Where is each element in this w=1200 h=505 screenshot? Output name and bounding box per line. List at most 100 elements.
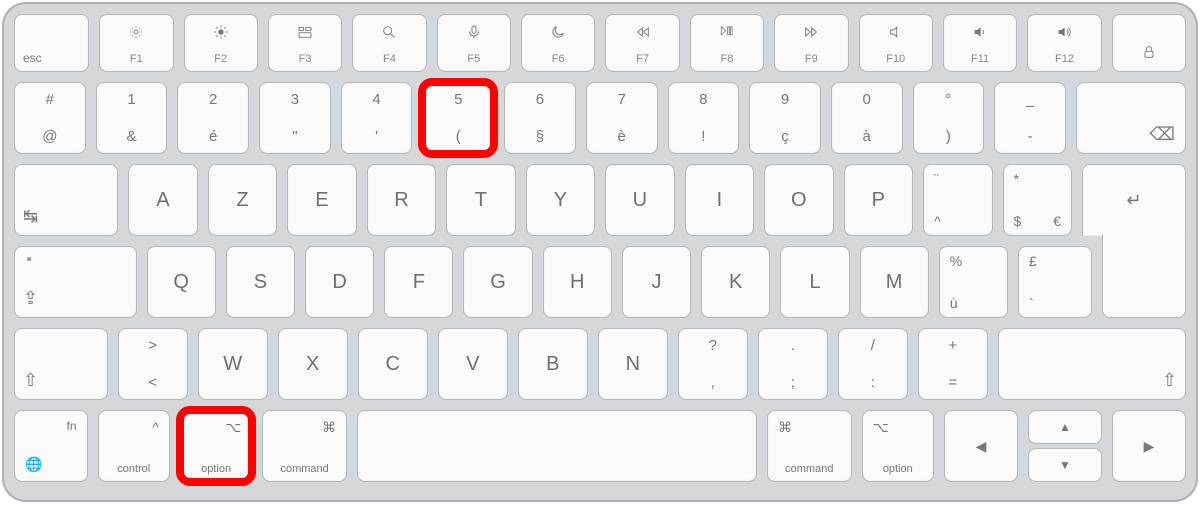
key-dot[interactable]: .; — [758, 328, 828, 400]
key-F[interactable]: F — [384, 246, 453, 318]
key-question[interactable]: ?, — [678, 328, 748, 400]
key-lower: @ — [15, 128, 85, 145]
key-1[interactable]: 1& — [96, 82, 168, 154]
key-D[interactable]: D — [305, 246, 374, 318]
f4-label: F4 — [383, 53, 396, 65]
key-Y[interactable]: Y — [526, 164, 595, 236]
brightness-low-icon — [128, 21, 144, 43]
key-fn[interactable]: fn 🌐 — [14, 410, 88, 482]
key-plus[interactable]: += — [918, 328, 988, 400]
key-H[interactable]: H — [543, 246, 612, 318]
key-command-left[interactable]: ⌘ command — [262, 410, 347, 482]
key-command-right[interactable]: ⌘ command — [767, 410, 852, 482]
key-I[interactable]: I — [685, 164, 754, 236]
esc-label: esc — [23, 51, 42, 65]
key-letter: Q — [173, 271, 189, 294]
key-arrow-down[interactable]: ▼ — [1028, 448, 1102, 482]
key-upper: 2 — [178, 91, 248, 108]
key-W[interactable]: W — [198, 328, 268, 400]
key-underscore[interactable]: _- — [994, 82, 1066, 154]
key-control-left[interactable]: ^ control — [98, 410, 170, 482]
key-at[interactable]: #@ — [14, 82, 86, 154]
key-f10[interactable]: F10 — [859, 14, 933, 72]
key-lower: à — [832, 128, 902, 145]
key-backspace[interactable]: ⌫ — [1076, 82, 1186, 154]
key-arrow-left[interactable]: ◀ — [944, 410, 1018, 482]
key-8[interactable]: 8! — [668, 82, 740, 154]
key-E[interactable]: E — [287, 164, 356, 236]
key-upper: + — [919, 337, 987, 354]
mission-control-icon — [297, 21, 313, 43]
key-arrow-updown: ▲ ▼ — [1028, 410, 1102, 482]
arrow-left-icon: ◀ — [976, 438, 987, 455]
key-arrow-up[interactable]: ▲ — [1028, 410, 1102, 444]
f11-label: F11 — [971, 53, 989, 65]
key-caps-lock[interactable]: ⇪ — [14, 246, 137, 318]
key-f5[interactable]: F5 — [437, 14, 511, 72]
key-caret[interactable]: ¨^ — [923, 164, 992, 236]
key-J[interactable]: J — [622, 246, 691, 318]
key-3[interactable]: 3" — [259, 82, 331, 154]
key-enter-lower[interactable] — [1102, 236, 1186, 318]
volume-up-icon — [1056, 21, 1072, 43]
key-grave[interactable]: £` — [1018, 246, 1092, 318]
key-tab[interactable]: ↹ — [14, 164, 118, 236]
key-f8[interactable]: F8 — [690, 14, 764, 72]
key-dollar[interactable]: *$€ — [1003, 164, 1072, 236]
key-shift-right[interactable]: ⇧ — [998, 328, 1186, 400]
key-9[interactable]: 9ç — [749, 82, 821, 154]
key-arrow-right[interactable]: ▶ — [1112, 410, 1186, 482]
key-T[interactable]: T — [446, 164, 515, 236]
qwerty-row-2: ⇪ Q SDFGHJKLM%ù£` — [14, 246, 1186, 318]
key-enter[interactable]: ↵ — [1082, 164, 1186, 236]
key-shift-left[interactable]: ⇧ — [14, 328, 108, 400]
key-upper: 0 — [832, 91, 902, 108]
key-f3[interactable]: F3 — [268, 14, 342, 72]
key-f6[interactable]: F6 — [521, 14, 595, 72]
arrow-right-icon: ▶ — [1144, 438, 1155, 455]
key-f1[interactable]: F1 — [99, 14, 173, 72]
f8-label: F8 — [721, 53, 734, 65]
key-spacebar[interactable] — [357, 410, 757, 482]
key-B[interactable]: B — [518, 328, 588, 400]
key-upper: 8 — [669, 91, 739, 108]
key-option-left[interactable]: ⌥ option — [180, 410, 252, 482]
key-4[interactable]: 4' — [341, 82, 413, 154]
key-6[interactable]: 6§ — [504, 82, 576, 154]
key-O[interactable]: O — [764, 164, 833, 236]
key-K[interactable]: K — [701, 246, 770, 318]
key-V[interactable]: V — [438, 328, 508, 400]
key-f11[interactable]: F11 — [943, 14, 1017, 72]
key-Z[interactable]: Z — [208, 164, 277, 236]
key-0[interactable]: 0à — [831, 82, 903, 154]
key-percent[interactable]: %ù — [939, 246, 1008, 318]
key-f9[interactable]: F9 — [774, 14, 848, 72]
key-P[interactable]: P — [844, 164, 913, 236]
key-A[interactable]: A — [128, 164, 197, 236]
key-angle[interactable]: >< — [118, 328, 188, 400]
key-2[interactable]: 2é — [177, 82, 249, 154]
key-7[interactable]: 7è — [586, 82, 658, 154]
key-lower: ! — [669, 128, 739, 145]
key-f2[interactable]: F2 — [184, 14, 258, 72]
key-X[interactable]: X — [278, 328, 348, 400]
key-Q[interactable]: Q — [147, 246, 216, 318]
key-C[interactable]: C — [358, 328, 428, 400]
key-G[interactable]: G — [463, 246, 532, 318]
qwerty-row-3: ⇧ ><WXCVBN?,.;/:+=⇧ — [14, 328, 1186, 400]
key-L[interactable]: L — [780, 246, 849, 318]
key-option-right[interactable]: ⌥ option — [862, 410, 934, 482]
key-f4[interactable]: F4 — [352, 14, 426, 72]
key-degree[interactable]: °) — [913, 82, 985, 154]
key-5[interactable]: 5( — [422, 82, 494, 154]
key-S[interactable]: S — [226, 246, 295, 318]
key-f7[interactable]: F7 — [605, 14, 679, 72]
key-R[interactable]: R — [367, 164, 436, 236]
key-N[interactable]: N — [598, 328, 668, 400]
key-M[interactable]: M — [860, 246, 929, 318]
key-f12[interactable]: F12 — [1027, 14, 1101, 72]
key-slash[interactable]: /: — [838, 328, 908, 400]
key-U[interactable]: U — [605, 164, 674, 236]
key-touchid[interactable] — [1112, 14, 1186, 72]
key-esc[interactable]: esc — [14, 14, 89, 72]
